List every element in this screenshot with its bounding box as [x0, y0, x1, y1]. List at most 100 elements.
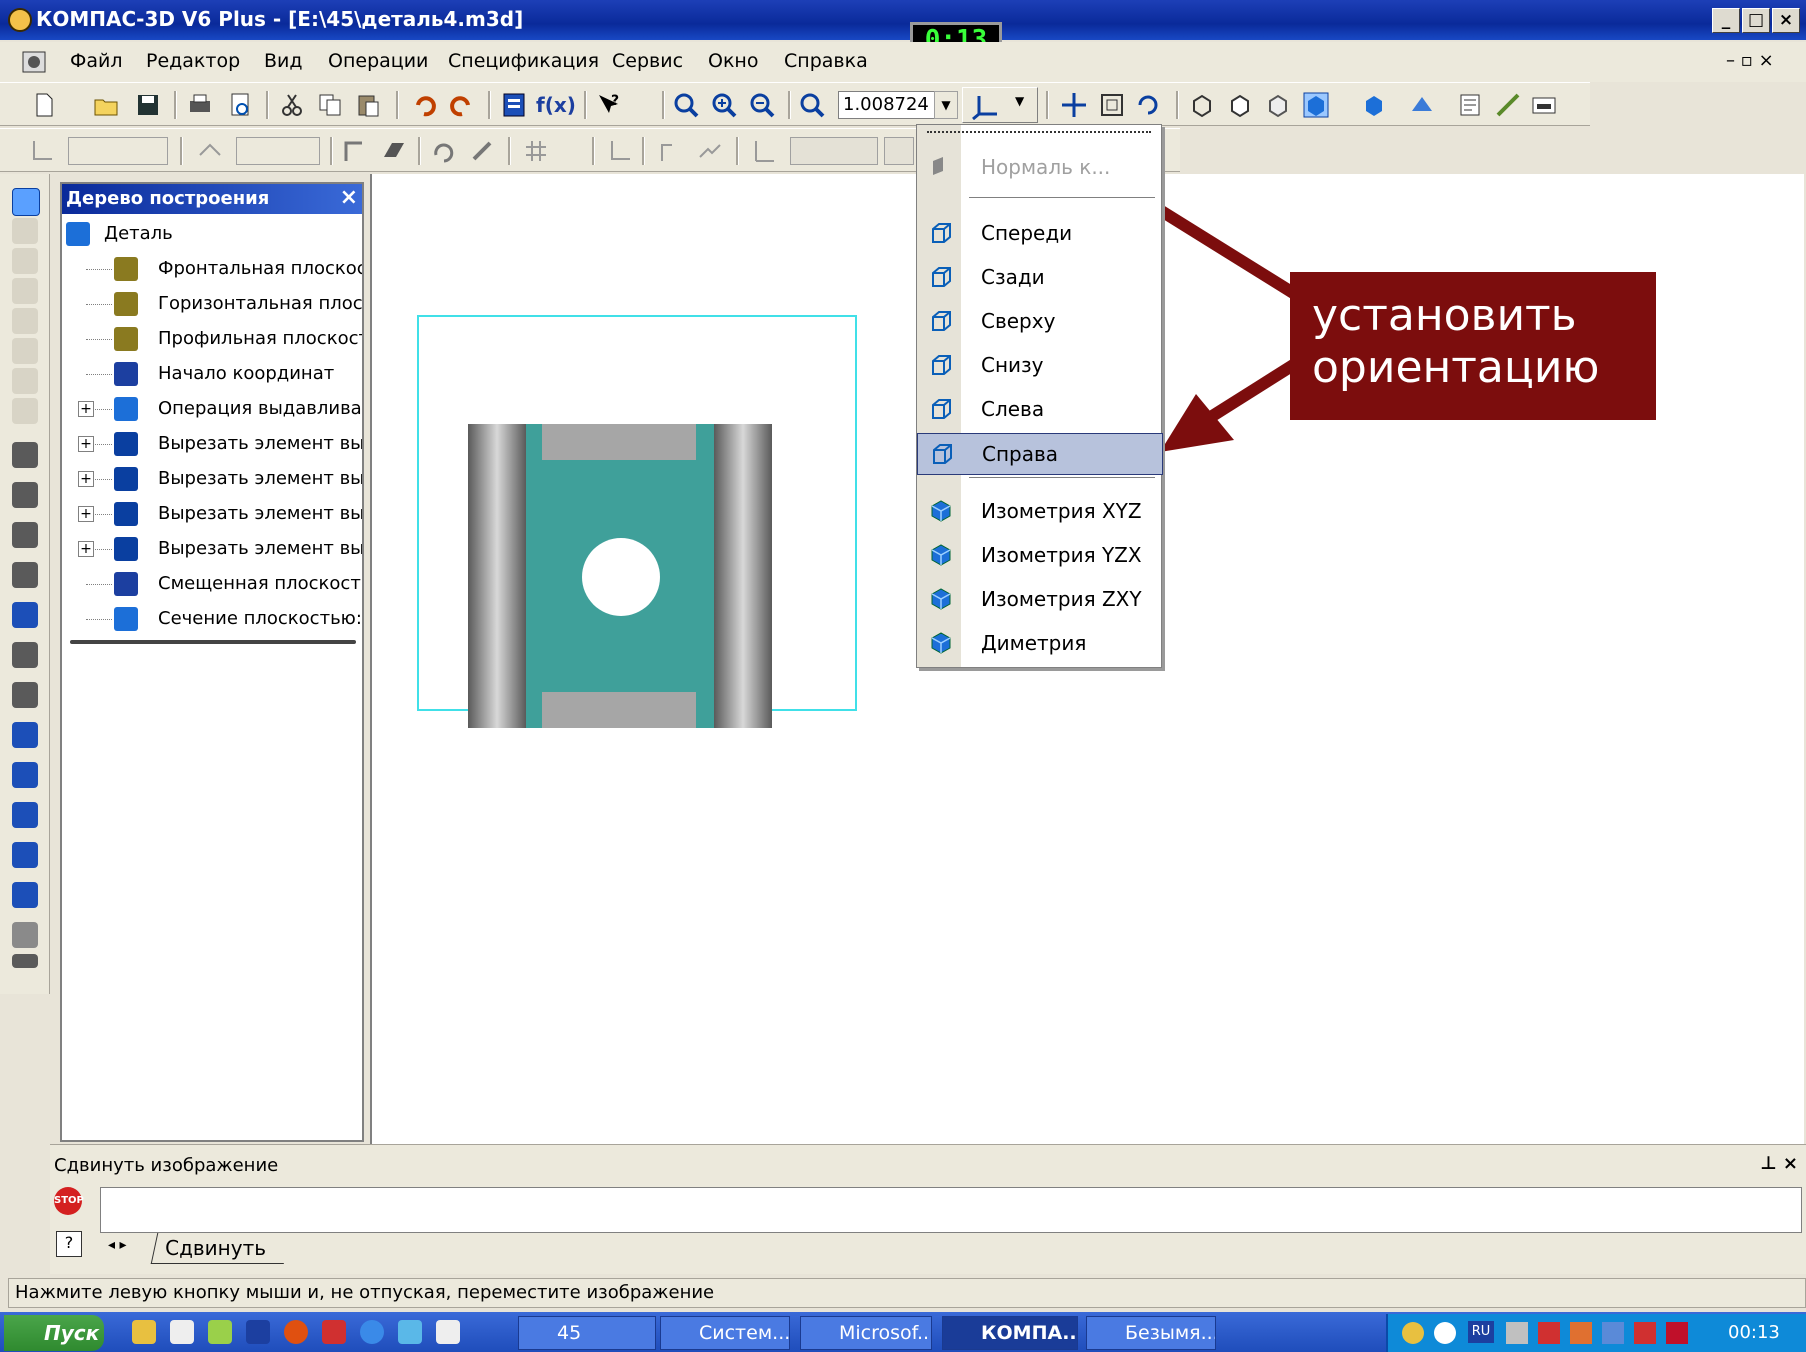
- zoom-scale-icon[interactable]: [798, 91, 826, 119]
- quick-launch-icon[interactable]: [246, 1320, 270, 1344]
- orientation-item[interactable]: Сзади: [917, 257, 1161, 297]
- expand-icon[interactable]: +: [78, 436, 94, 452]
- taskbar-item-kompas[interactable]: КОМПА...: [942, 1316, 1078, 1350]
- antivirus-icon[interactable]: [1666, 1322, 1688, 1344]
- tray-icon[interactable]: [1402, 1322, 1424, 1344]
- orientation-item[interactable]: Слева: [917, 389, 1161, 429]
- menu-specification[interactable]: Спецификация: [448, 50, 599, 72]
- tree-item[interactable]: Деталь: [62, 218, 362, 250]
- shaded-icon[interactable]: [1302, 91, 1330, 119]
- tree-item[interactable]: Профильная плоскости: [62, 323, 362, 355]
- grid-icon[interactable]: [522, 137, 550, 165]
- extrude-tool-icon[interactable]: [12, 442, 38, 468]
- menu-window[interactable]: Окно: [708, 50, 758, 72]
- rebuild-icon[interactable]: [430, 137, 458, 165]
- orientation-item[interactable]: Справа: [917, 433, 1163, 475]
- perspective-icon[interactable]: [1408, 91, 1436, 119]
- taskbar-item-folder[interactable]: 45: [518, 1316, 656, 1350]
- surfaces-icon[interactable]: [12, 248, 38, 274]
- mdi-window-controls[interactable]: – ▫ ×: [1726, 50, 1774, 71]
- mirror-tool-icon[interactable]: [12, 882, 38, 908]
- function-button[interactable]: f(x): [536, 93, 576, 117]
- tree-horizontal-scrollbar[interactable]: [70, 640, 356, 644]
- fillet-tool-icon[interactable]: [12, 722, 38, 748]
- isometric-item[interactable]: Изометрия XYZ: [917, 491, 1161, 531]
- zoom-in-icon[interactable]: [710, 91, 738, 119]
- x-coordinate-field[interactable]: [790, 137, 878, 165]
- cut-extrude-tool-icon[interactable]: [12, 602, 38, 628]
- flange-tool-icon[interactable]: [12, 922, 38, 948]
- wireframe-icon[interactable]: [1188, 91, 1216, 119]
- snap-settings-icon[interactable]: [696, 137, 724, 165]
- layer-select[interactable]: [236, 137, 320, 165]
- close-icon[interactable]: ×: [340, 184, 358, 212]
- menu-help[interactable]: Справка: [784, 50, 868, 72]
- menu-edit[interactable]: Редактор: [146, 50, 240, 72]
- print-preview-icon[interactable]: [226, 91, 254, 119]
- sketch-icon[interactable]: [342, 137, 370, 165]
- operation-icon[interactable]: [380, 137, 408, 165]
- tray-icon[interactable]: [1634, 1322, 1656, 1344]
- thin-hidden-lines-icon[interactable]: [1264, 91, 1292, 119]
- tray-icon[interactable]: [1506, 1322, 1528, 1344]
- taskbar-item-microsoft[interactable]: Microsof...: [800, 1316, 932, 1350]
- tree-item[interactable]: Начало координат: [62, 358, 362, 390]
- quick-launch-icon[interactable]: [360, 1320, 384, 1344]
- expand-icon[interactable]: +: [78, 541, 94, 557]
- variables-icon[interactable]: [500, 91, 528, 119]
- tray-icon[interactable]: [1602, 1322, 1624, 1344]
- quick-launch-icon[interactable]: [436, 1320, 460, 1344]
- normal-to-item[interactable]: Нормаль к...: [917, 147, 1161, 187]
- minimize-button[interactable]: _: [1712, 8, 1740, 33]
- menu-view[interactable]: Вид: [264, 50, 303, 72]
- auxiliary-geometry-icon[interactable]: [12, 278, 38, 304]
- tab-scroll-arrows-icon[interactable]: ◂ ▸: [108, 1237, 127, 1253]
- menu-service[interactable]: Сервис: [612, 50, 683, 72]
- quick-launch-icon[interactable]: [398, 1320, 422, 1344]
- scroll-down-icon[interactable]: [12, 954, 38, 968]
- coordinate-system-select[interactable]: [68, 137, 168, 165]
- orientation-item[interactable]: Снизу: [917, 345, 1161, 385]
- loft-tool-icon[interactable]: [12, 562, 38, 588]
- open-folder-icon[interactable]: [92, 91, 120, 119]
- tree-item[interactable]: + Вырезать элемент вы: [62, 428, 362, 460]
- title-bar[interactable]: КОМПАС-3D V6 Plus - [E:\45\деталь4.m3d] …: [0, 0, 1806, 40]
- cut-icon[interactable]: [278, 91, 306, 119]
- copy-icon[interactable]: [316, 91, 344, 119]
- panel-pin-close[interactable]: ⊥ ×: [1760, 1153, 1798, 1174]
- tree-item[interactable]: Смещенная плоскость: [62, 568, 362, 600]
- tree-item[interactable]: + Вырезать элемент вы: [62, 498, 362, 530]
- cursor-coordinates-icon[interactable]: [750, 137, 778, 165]
- tray-icon[interactable]: [1570, 1322, 1592, 1344]
- maximize-button[interactable]: □: [1742, 8, 1770, 33]
- taskbar-item-system[interactable]: Систем...: [660, 1316, 790, 1350]
- quick-launch-icon[interactable]: [208, 1320, 232, 1344]
- array-tool-icon[interactable]: [12, 842, 38, 868]
- tree-item[interactable]: + Операция выдавливан: [62, 393, 362, 425]
- tree-item[interactable]: Сечение плоскостью:: [62, 603, 362, 635]
- start-button[interactable]: Пуск: [4, 1315, 104, 1351]
- help-pointer-icon[interactable]: ?: [594, 91, 622, 119]
- pan-icon[interactable]: [1060, 91, 1088, 119]
- expand-icon[interactable]: +: [78, 401, 94, 417]
- cut-kinematic-tool-icon[interactable]: [12, 682, 38, 708]
- close-button[interactable]: ×: [1772, 8, 1800, 33]
- expand-icon[interactable]: +: [78, 471, 94, 487]
- tray-icon[interactable]: [1538, 1322, 1560, 1344]
- fit-all-icon[interactable]: [1098, 91, 1126, 119]
- save-icon[interactable]: [134, 91, 162, 119]
- quick-launch-icon[interactable]: [170, 1320, 194, 1344]
- tree-item[interactable]: + Вырезать элемент вы: [62, 463, 362, 495]
- cut-rotate-tool-icon[interactable]: [12, 642, 38, 668]
- command-parameters-area[interactable]: [100, 1187, 1802, 1233]
- paste-icon[interactable]: [354, 91, 382, 119]
- spatial-curves-icon[interactable]: [12, 218, 38, 244]
- filters-icon[interactable]: [12, 338, 38, 364]
- dimensions-icon[interactable]: [12, 308, 38, 334]
- language-indicator[interactable]: RU: [1468, 1321, 1494, 1343]
- tab-move[interactable]: Сдвинуть: [150, 1233, 291, 1264]
- isometric-item[interactable]: Изометрия ZXY: [917, 579, 1161, 619]
- orientation-item[interactable]: Сверху: [917, 301, 1161, 341]
- isometric-item[interactable]: Изометрия YZX: [917, 535, 1161, 575]
- edit-part-icon[interactable]: [12, 188, 40, 216]
